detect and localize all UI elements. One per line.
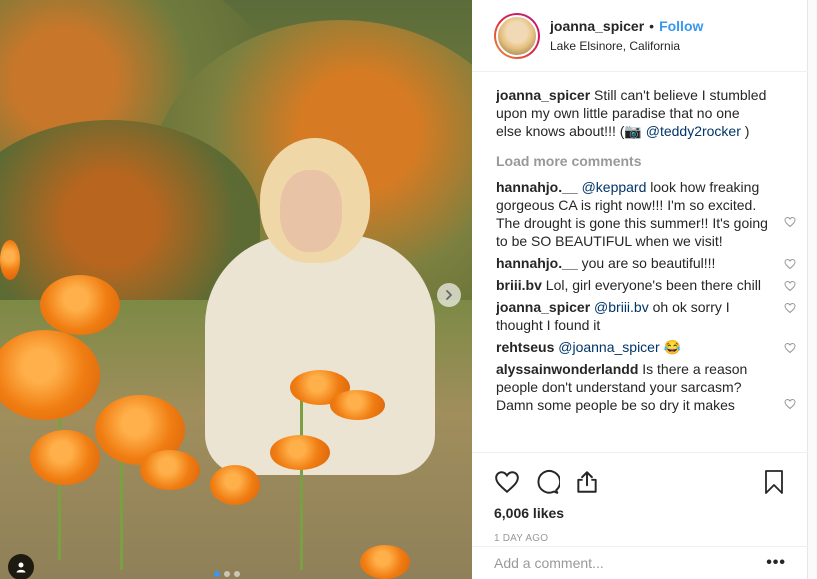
comment-text: Lol, girl everyone's been there chill: [545, 277, 761, 293]
comment-text: 😂: [663, 339, 681, 355]
heart-icon[interactable]: [784, 302, 796, 314]
post-side-panel: joanna_spicer • Follow Lake Elsinore, Ca…: [472, 0, 808, 579]
carousel-dot: [234, 571, 240, 577]
bookmark-icon: [765, 470, 783, 494]
heart-icon[interactable]: [784, 342, 796, 354]
comment-username[interactable]: alyssainwonderlandd: [496, 361, 638, 377]
post-timestamp[interactable]: 1 DAY AGO: [494, 533, 786, 544]
comment-item: alyssainwonderlandd Is there a reason pe…: [496, 360, 796, 414]
comment-mention[interactable]: @briii.bv: [594, 299, 649, 315]
caption-text-end: ): [744, 123, 750, 139]
photo-flower-stem: [300, 400, 303, 570]
add-comment-bar: •••: [472, 546, 808, 579]
photo-poppy: [270, 435, 330, 470]
photo-person-face: [280, 170, 342, 252]
action-bar: [494, 461, 786, 503]
carousel-indicator: [214, 571, 240, 577]
next-photo-button[interactable]: [437, 283, 461, 307]
share-button[interactable]: [574, 462, 614, 502]
comment-mention[interactable]: @keppard: [582, 179, 647, 195]
chevron-right-icon: [446, 290, 452, 300]
photo-poppy: [210, 465, 260, 505]
comments-list[interactable]: joanna_spicer Still can't believe I stum…: [496, 86, 796, 452]
avatar-image: [496, 14, 538, 57]
comment-item: rehtseus @joanna_spicer 😂: [496, 338, 796, 356]
photo-poppy: [330, 390, 385, 420]
comment-item: hannahjo.__ you are so beautiful!!!: [496, 254, 796, 272]
comment-username[interactable]: rehtseus: [496, 339, 554, 355]
comment-item: hannahjo.__ @keppard look how freaking g…: [496, 178, 796, 250]
comment-mention[interactable]: @joanna_spicer: [558, 339, 659, 355]
author-username[interactable]: joanna_spicer: [550, 18, 644, 34]
comment-username[interactable]: hannahjo.__: [496, 255, 578, 271]
separator: •: [649, 18, 655, 34]
comment-username[interactable]: briii.bv: [496, 277, 542, 293]
heart-icon: [495, 471, 519, 494]
heart-icon[interactable]: [784, 216, 796, 228]
post-header-top: joanna_spicer • Follow: [550, 18, 703, 34]
photo-poppy: [0, 240, 20, 280]
like-count[interactable]: 6,006 likes: [494, 505, 786, 521]
user-tags-button[interactable]: [8, 554, 34, 579]
load-more-comments-button[interactable]: Load more comments: [496, 152, 796, 170]
comment-icon: [537, 470, 560, 494]
comment-input[interactable]: [494, 555, 767, 571]
location-link[interactable]: Lake Elsinore, California: [550, 39, 703, 53]
comment-item: joanna_spicer @briii.bv oh ok sorry I th…: [496, 298, 796, 334]
comment-username[interactable]: joanna_spicer: [496, 299, 590, 315]
post-header-text: joanna_spicer • Follow Lake Elsinore, Ca…: [550, 18, 703, 53]
comment-button[interactable]: [534, 462, 574, 502]
follow-button[interactable]: Follow: [659, 18, 703, 34]
post-actions: 6,006 likes 1 DAY AGO: [472, 452, 808, 544]
photo-poppy: [140, 450, 200, 490]
heart-icon[interactable]: [784, 280, 796, 292]
photo-poppy: [40, 275, 120, 335]
more-options-button[interactable]: •••: [766, 554, 786, 572]
carousel-dot: [224, 571, 230, 577]
user-tag-icon: [16, 562, 26, 573]
share-icon: [577, 471, 597, 493]
photo-poppy: [30, 430, 100, 485]
comment-username[interactable]: hannahjo.__: [496, 179, 578, 195]
carousel-dot: [214, 571, 220, 577]
post-header: joanna_spicer • Follow Lake Elsinore, Ca…: [472, 0, 808, 72]
caption-mention[interactable]: @teddy2rocker: [646, 123, 741, 139]
heart-icon[interactable]: [784, 258, 796, 270]
comment-item: briii.bv Lol, girl everyone's been there…: [496, 276, 796, 294]
caption-username[interactable]: joanna_spicer: [496, 87, 590, 103]
post-caption: joanna_spicer Still can't believe I stum…: [496, 86, 796, 140]
instagram-post: joanna_spicer • Follow Lake Elsinore, Ca…: [0, 0, 808, 579]
photo-poppy: [360, 545, 410, 579]
post-photo[interactable]: [0, 0, 472, 579]
like-button[interactable]: [494, 462, 534, 502]
save-button[interactable]: [746, 462, 786, 502]
comment-text: you are so beautiful!!!: [581, 255, 716, 271]
avatar[interactable]: [494, 12, 540, 59]
heart-icon[interactable]: [784, 398, 796, 410]
